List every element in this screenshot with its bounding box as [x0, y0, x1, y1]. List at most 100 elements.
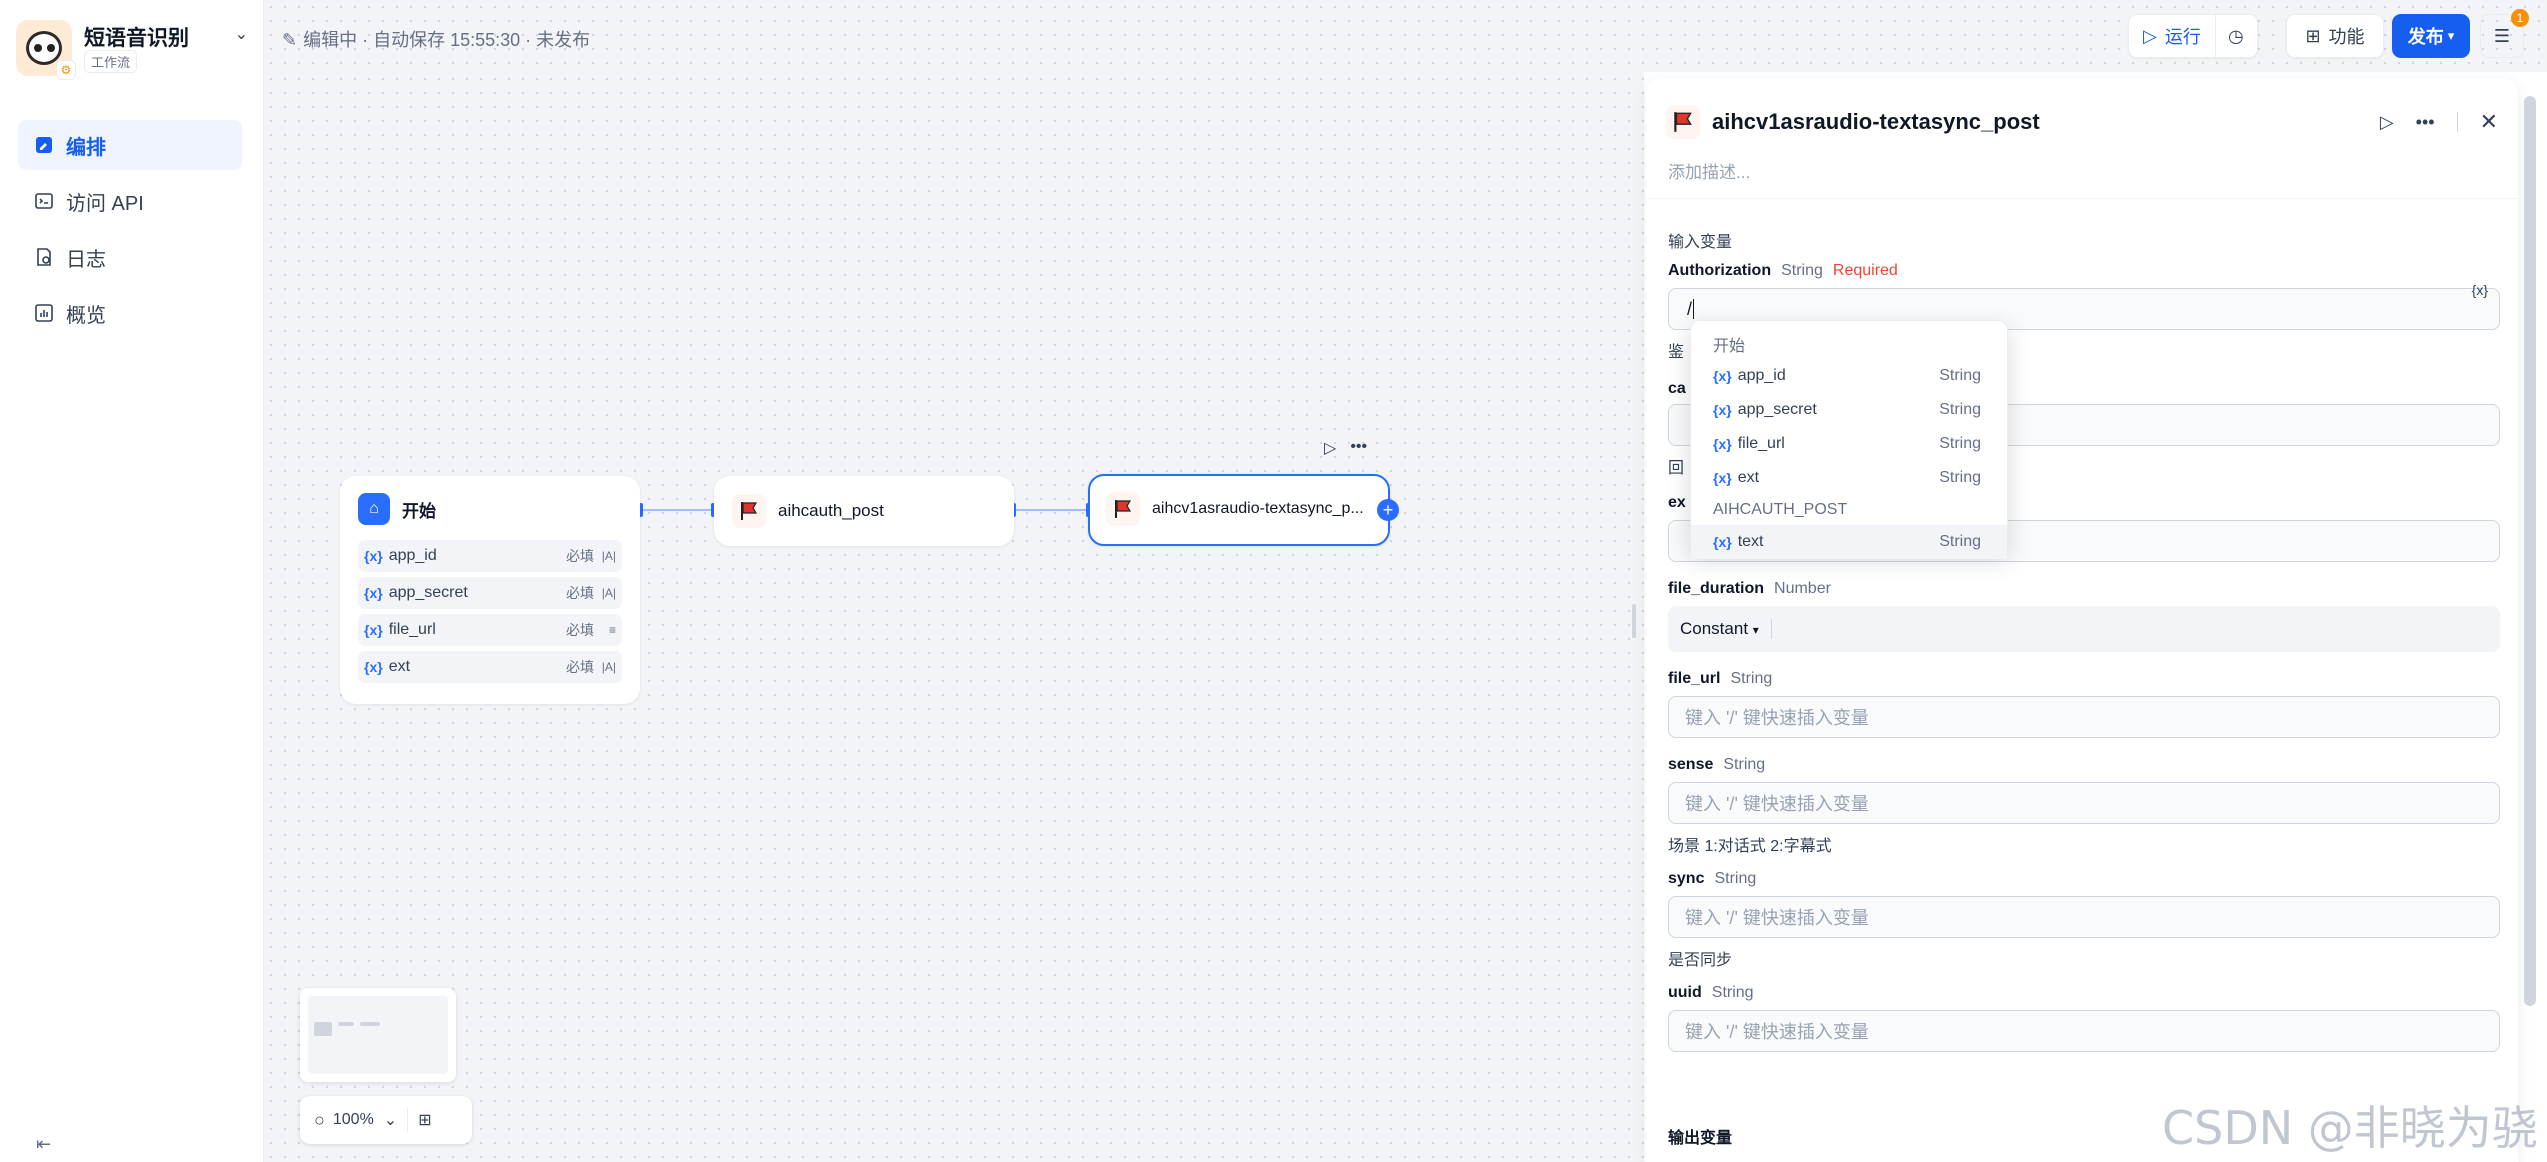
- app-type-badge: 工作流: [84, 50, 138, 73]
- sidebar-item-orchestrate[interactable]: 编排: [18, 120, 242, 170]
- sync-input[interactable]: 键入 '/' 键快速插入变量: [1668, 896, 2500, 938]
- item-type: String: [1939, 469, 1981, 486]
- edit-icon: ✎: [282, 30, 298, 50]
- run-button[interactable]: ▷ 运行: [2129, 15, 2216, 57]
- aihcauth-node-title: aihcauth_post: [778, 501, 884, 520]
- uuid-input[interactable]: 键入 '/' 键快速插入变量: [1668, 1010, 2500, 1052]
- dropdown-group-title: AIHCAUTH_POST: [1713, 501, 1848, 518]
- features-label: 功能: [2328, 27, 2365, 47]
- field-name: uuid: [1668, 984, 1702, 1001]
- item-name: app_id: [1737, 367, 1786, 384]
- var-name: app_secret: [388, 584, 468, 601]
- features-button[interactable]: ⊞ 功能: [2286, 14, 2384, 58]
- minimap-viewport: [308, 996, 448, 1074]
- field-name: Authorization: [1668, 262, 1772, 279]
- insert-variable-icon[interactable]: {x}: [2472, 282, 2488, 298]
- sidebar-nav: 编排 访问 API 日志 概览: [18, 120, 242, 344]
- chevron-down-icon[interactable]: ⌄: [384, 1110, 397, 1130]
- var-required: 必填: [566, 622, 594, 638]
- divider: [407, 1108, 409, 1132]
- chart-icon: [34, 303, 54, 323]
- sidebar-item-label: 编排: [66, 136, 106, 159]
- checklist-icon: ☰: [2493, 25, 2511, 46]
- var-required: 必填: [566, 548, 594, 564]
- text-input-icon: |A|: [601, 586, 616, 600]
- edge-auth-asr[interactable]: [1014, 509, 1090, 511]
- dropdown-item[interactable]: {x} app_id String: [1691, 359, 2007, 393]
- run-history-icon[interactable]: ◷: [2216, 26, 2256, 47]
- terminal-icon: [34, 191, 54, 211]
- minimap[interactable]: [300, 988, 456, 1082]
- start-var-row: {x} ext 必填 |A|: [358, 651, 622, 683]
- asr-node-input-port[interactable]: [1086, 503, 1090, 517]
- play-icon: ▷: [2143, 25, 2157, 46]
- app-switcher[interactable]: ⚙ 短语音识别 工作流 ⌄: [16, 18, 248, 80]
- description-input[interactable]: 添加描述...: [1668, 158, 1750, 183]
- sync-label: sync String: [1668, 870, 1756, 888]
- field-required: Required: [1832, 262, 1898, 279]
- callback-label: ca: [1668, 380, 1686, 397]
- variable-icon: {x}: [1713, 436, 1732, 452]
- publish-button[interactable]: 发布 ▾: [2392, 14, 2470, 58]
- divider: [1646, 198, 2518, 199]
- start-var-row: {x} app_secret 必填 |A|: [358, 577, 622, 609]
- sidebar-item-logs[interactable]: 日志: [18, 232, 242, 282]
- add-node-plus-icon[interactable]: +: [1377, 499, 1399, 521]
- panel-title[interactable]: aihcv1asraudio-textasync_post: [1712, 109, 2040, 135]
- field-name: file_url: [1668, 670, 1721, 687]
- var-name: app_id: [388, 547, 437, 564]
- organize-nodes-icon[interactable]: ⊞: [418, 1110, 431, 1130]
- more-icon[interactable]: •••: [1350, 438, 1367, 458]
- sidebar-item-api[interactable]: 访问 API: [18, 176, 242, 226]
- sense-input[interactable]: 键入 '/' 键快速插入变量: [1668, 782, 2500, 824]
- play-icon[interactable]: ▷: [1324, 438, 1336, 458]
- start-node[interactable]: ⌂ 开始 {x} app_id 必填 |A| {x} app_secret 必填 |A| {…: [340, 476, 640, 704]
- dropdown-item[interactable]: {x} text String: [1691, 525, 2007, 559]
- workflow-editor: ⚙ 短语音识别 工作流 ⌄ 编排 访问 API 日志 概览 ⇤ ✎ 编辑中 · …: [0, 0, 2547, 1162]
- sidebar-item-overview[interactable]: 概览: [18, 288, 242, 338]
- run-group: ▷ 运行 ◷: [2128, 14, 2258, 58]
- grid-icon: ⊞: [2305, 25, 2321, 46]
- file-duration-input[interactable]: Constant ▾: [1668, 606, 2500, 652]
- edge-start-auth[interactable]: [642, 509, 714, 511]
- node-toolbar: ▷ •••: [1324, 438, 1367, 458]
- panel-scrollbar[interactable]: [2524, 96, 2536, 1006]
- checklist-button[interactable]: ☰ 1: [2480, 9, 2529, 58]
- sidebar-item-label: 概览: [66, 304, 106, 327]
- run-node-icon[interactable]: ▷: [2380, 112, 2394, 133]
- item-name: ext: [1737, 469, 1760, 486]
- workflow-badge-icon: ⚙: [56, 60, 76, 80]
- item-type: String: [1939, 367, 1981, 384]
- dropdown-item[interactable]: {x} file_url String: [1691, 427, 2007, 461]
- zoom-search-icon[interactable]: ○: [314, 1110, 325, 1131]
- mode-label: Constant: [1680, 619, 1749, 638]
- collapse-sidebar-icon[interactable]: ⇤: [36, 1134, 51, 1155]
- ext-label: ex: [1668, 494, 1686, 511]
- start-var-row: {x} app_id 必填 |A|: [358, 540, 622, 572]
- panel-actions: ▷ ••• ✕: [2380, 109, 2498, 135]
- sync-hint: 是否同步: [1668, 952, 1733, 969]
- field-name: sync: [1668, 870, 1705, 887]
- asr-node-header: aihcv1asraudio-textasync_p...: [1090, 476, 1388, 542]
- zoom-level[interactable]: 100%: [333, 1111, 374, 1129]
- variable-picker-dropdown: 开始 {x} app_id String {x} app_secret String {…: [1690, 320, 2008, 559]
- flag-icon: [1666, 105, 1700, 139]
- aihcauth-node[interactable]: aihcauth_post: [714, 476, 1014, 546]
- sidebar-item-label: 日志: [66, 248, 106, 271]
- constant-mode-select[interactable]: Constant ▾: [1680, 619, 1772, 639]
- dropdown-item[interactable]: {x} ext String: [1691, 461, 2007, 495]
- chevron-down-icon[interactable]: ⌄: [235, 24, 248, 44]
- start-node-header: ⌂ 开始: [342, 478, 638, 540]
- dropdown-group-title: 开始: [1713, 338, 1746, 355]
- panda-icon: [26, 31, 62, 65]
- panel-resize-handle[interactable]: [1632, 604, 1636, 638]
- sidebar: ⚙ 短语音识别 工作流 ⌄ 编排 访问 API 日志 概览 ⇤: [0, 0, 264, 1162]
- authorization-value: /: [1687, 298, 1693, 319]
- file-url-input[interactable]: 键入 '/' 键快速插入变量: [1668, 696, 2500, 738]
- more-icon[interactable]: •••: [2416, 112, 2435, 133]
- dropdown-item[interactable]: {x} app_secret String: [1691, 393, 2007, 427]
- field-type: String: [1711, 984, 1754, 1001]
- close-icon[interactable]: ✕: [2480, 109, 2498, 135]
- variable-icon: {x}: [1713, 534, 1732, 550]
- asr-node[interactable]: aihcv1asraudio-textasync_p...: [1088, 474, 1390, 546]
